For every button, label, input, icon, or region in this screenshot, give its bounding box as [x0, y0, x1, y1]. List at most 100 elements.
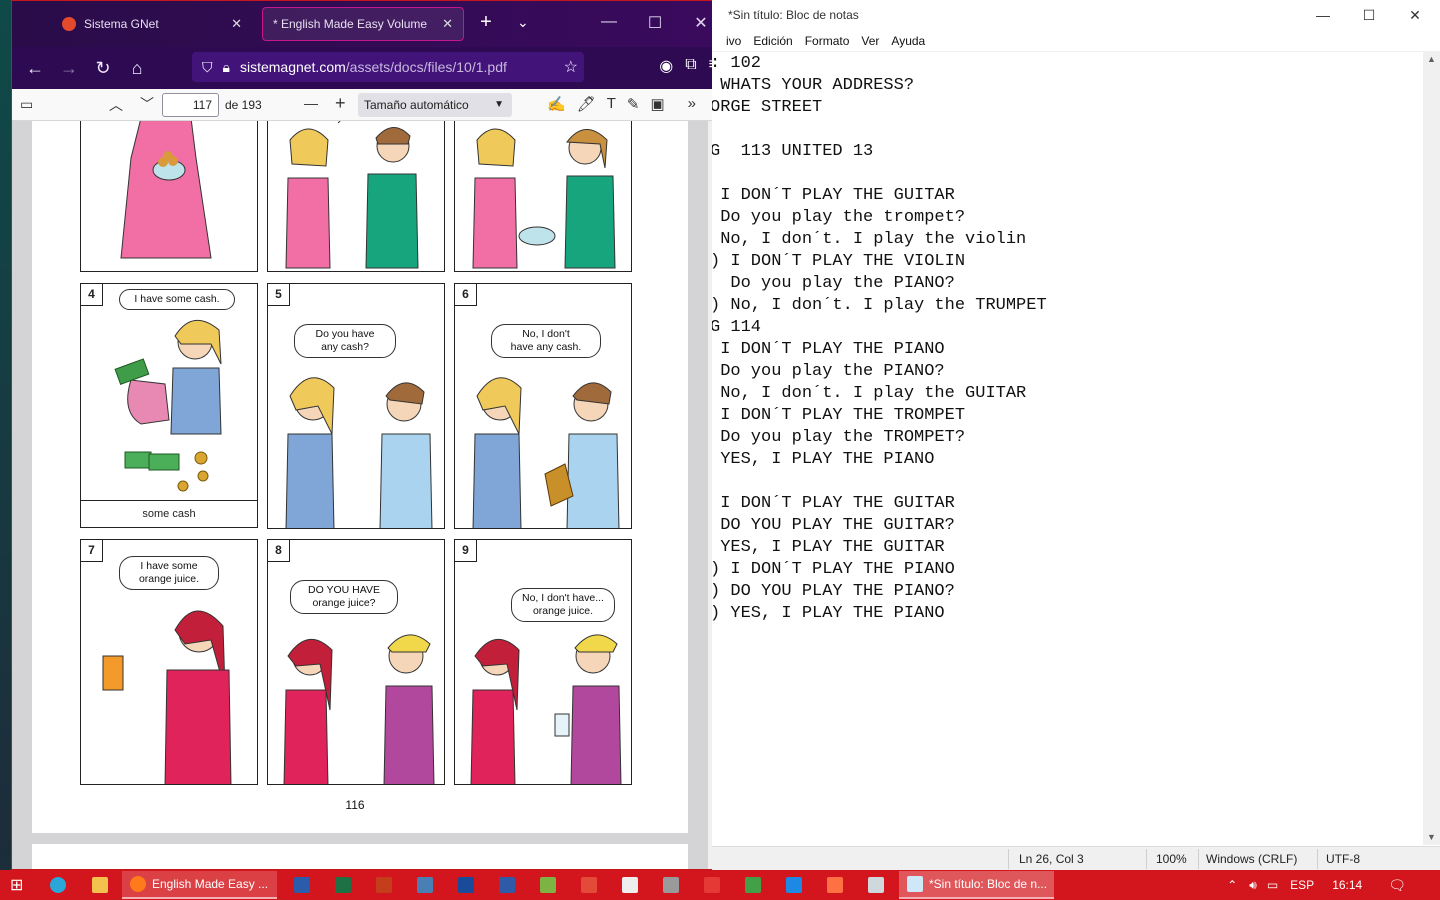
highlight-icon[interactable]: 🖊︎ [577, 95, 596, 113]
text-line: ) I DON´T PLAY THE VIOLIN [712, 252, 966, 271]
powerpoint-icon[interactable] [376, 874, 392, 896]
maximize-icon[interactable]: ☐ [640, 13, 670, 33]
close-tab-icon[interactable]: ✕ [442, 16, 453, 32]
text-line: I DON´T PLAY THE PIANO [712, 340, 945, 359]
tab-sistema-gnet[interactable]: Sistema GNet ✕ [52, 7, 252, 41]
bookmark-star-icon[interactable]: ☆ [564, 57, 578, 77]
panel-number: 8 [268, 540, 290, 562]
menu-archivo[interactable]: ivo [712, 31, 747, 51]
new-tab-button[interactable]: + [476, 11, 496, 34]
text-editor[interactable]: : 102 WHATS YOUR ADDRESS? ORGE STREET G 11… [712, 51, 1424, 845]
speech-bubble: DO YOU HAVE orange juice? [290, 580, 398, 614]
text-line: YES, I PLAY THE PIANO [712, 450, 935, 469]
close-tab-icon[interactable]: ✕ [231, 16, 242, 32]
zoom-select[interactable]: Tamaño automático ▼ [358, 93, 512, 117]
app-icon[interactable] [499, 874, 515, 896]
panel-number: 7 [81, 540, 103, 562]
scroll-down-icon[interactable]: ▼ [1427, 832, 1436, 842]
home-icon[interactable]: ⌂ [120, 58, 154, 79]
bubble-line: orange juice. [532, 605, 594, 617]
forward-arrow-icon[interactable]: → [52, 58, 86, 79]
app-icon[interactable] [704, 874, 720, 896]
taskbar-firefox-task[interactable]: English Made Easy ... [122, 871, 277, 899]
menu-edicion[interactable]: Edición [747, 31, 798, 51]
browser-icon[interactable] [50, 874, 66, 896]
zoom-out-icon[interactable]: — [304, 95, 318, 111]
text-tool-icon[interactable]: T [607, 95, 616, 113]
signature-icon[interactable]: ✍ [547, 95, 566, 113]
volume-icon[interactable]: 🔊︎ [1249, 878, 1257, 893]
shield-icon[interactable]: ⛉ [202, 59, 213, 76]
next-page-icon[interactable]: ﹀ [140, 94, 154, 114]
scroll-up-icon[interactable]: ▲ [1427, 54, 1436, 64]
windows-start-icon[interactable]: ⊞ [10, 874, 23, 896]
network-icon[interactable]: ▭ [1267, 878, 1278, 892]
menu-ayuda[interactable]: Ayuda [885, 31, 931, 51]
pdf-viewer[interactable]: 4 I have some cash. some cash 5 Do you h… [12, 121, 724, 869]
tab-list-chevron-icon[interactable]: ⌄ [517, 14, 529, 31]
minimize-icon[interactable]: — [1300, 0, 1346, 31]
zoom-in-icon[interactable]: + [335, 93, 346, 114]
app-icon[interactable] [540, 874, 556, 896]
back-arrow-icon[interactable]: ← [18, 58, 52, 79]
pdf-page: 4 I have some cash. some cash 5 Do you h… [32, 121, 688, 833]
file-explorer-icon[interactable] [92, 874, 108, 896]
text-line: WHATS YOUR ADDRESS? [712, 76, 915, 95]
app-icon[interactable] [868, 874, 884, 896]
zoom-value: Tamaño automático [364, 98, 469, 112]
extensions-icon[interactable]: ⧉ [685, 56, 696, 76]
chevron-down-icon: ▼ [494, 99, 504, 110]
bubble-line: have any cash. [510, 341, 582, 353]
comic-panel-3 [454, 121, 632, 272]
woman-with-cash-illustration [114, 320, 222, 492]
app-icon[interactable] [786, 874, 802, 896]
minimize-icon[interactable]: — [594, 13, 624, 31]
page-number-input[interactable]: 117 [162, 93, 219, 117]
taskbar: ⊞ English Made Easy ... *Sin título: Blo… [0, 870, 1440, 900]
account-icon[interactable]: ◉ [659, 56, 673, 76]
panel-number: 6 [455, 284, 477, 306]
bubble-line: orange juice. [138, 573, 200, 585]
text-line [712, 163, 1424, 185]
text-line: ) YES, I PLAY THE PIANO [712, 604, 945, 623]
text-line: ) I DON´T PLAY THE PIANO [712, 560, 955, 579]
comic-panel-6: 6 No, I don't have any cash. [454, 283, 632, 529]
app-icon[interactable] [458, 874, 474, 896]
more-tools-icon[interactable]: » [688, 95, 696, 113]
image-icon[interactable]: ▣ [650, 95, 664, 113]
url-bar[interactable]: ⛉ 🔒︎ sistemagnet.com/assets/docs/files/1… [192, 52, 584, 82]
text-line: Do you play the PIANO? [712, 274, 955, 293]
tab-english-made-easy[interactable]: * English Made Easy Volume ✕ [262, 7, 464, 41]
app-icon[interactable] [827, 874, 843, 896]
editor-scrollbar[interactable]: ▲ ▼ [1423, 51, 1440, 845]
notifications-icon[interactable]: 🗨︎ [1388, 877, 1406, 894]
word-icon[interactable] [294, 874, 310, 896]
taskbar-notepad-task[interactable]: *Sin título: Bloc de n... [899, 871, 1054, 899]
encoding: UTF-8 [1326, 852, 1360, 866]
previous-page-icon[interactable]: ︿ [109, 95, 123, 115]
app-icon[interactable] [581, 874, 597, 896]
text-line: G 113 UNITED 13 [712, 142, 874, 161]
lock-icon[interactable]: 🔒︎ [223, 59, 230, 76]
draw-icon[interactable]: ✎ [627, 95, 640, 113]
firefox-icon [130, 876, 146, 892]
language-indicator[interactable]: ESP [1290, 878, 1314, 892]
comic-panel-4: 4 I have some cash. [80, 283, 258, 501]
app-icon[interactable] [417, 874, 433, 896]
zoom-level: 100% [1156, 852, 1187, 866]
app-icon[interactable] [622, 874, 638, 896]
menu-formato[interactable]: Formato [799, 31, 856, 51]
excel-icon[interactable] [335, 874, 351, 896]
close-icon[interactable]: ✕ [1392, 0, 1438, 31]
app-icon[interactable] [663, 874, 679, 896]
pdf-annotation-tools: ✍ 🖊︎ T ✎ ▣ » [547, 95, 696, 113]
tray-chevron-icon[interactable]: ⌃ [1227, 878, 1237, 892]
menu-ver[interactable]: Ver [855, 31, 885, 51]
reload-icon[interactable]: ↻ [86, 58, 120, 79]
maximize-icon[interactable]: ☐ [1346, 0, 1392, 31]
text-line: I DON´T PLAY THE TROMPET [712, 406, 966, 425]
url-path: /assets/docs/files/10/1.pdf [345, 59, 507, 75]
app-icon[interactable] [745, 874, 761, 896]
clock[interactable]: 16:14 [1332, 878, 1362, 892]
sidebar-toggle-icon[interactable]: ▭ [20, 96, 33, 113]
